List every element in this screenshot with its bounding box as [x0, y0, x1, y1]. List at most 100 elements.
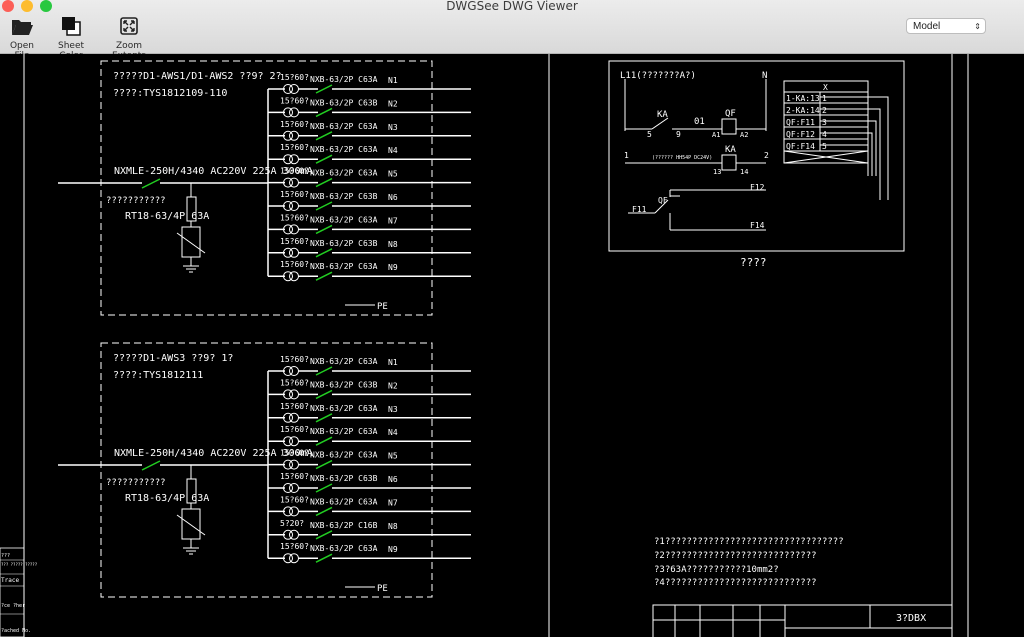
ct-coil-right — [289, 224, 299, 235]
ct-coil-right — [289, 107, 299, 118]
ctrl-f11: F11 — [632, 205, 647, 214]
folder-icon — [12, 20, 33, 35]
circuit-rating: 15?60? — [280, 378, 309, 387]
circuit-id: N5 — [388, 452, 398, 461]
terminal-label: 1-KA:13 — [786, 94, 820, 103]
ct-coil-right — [289, 271, 299, 282]
circuit-id: N9 — [388, 263, 398, 272]
terminal-head: X — [823, 83, 828, 92]
terminal-number: 3 — [822, 118, 827, 127]
ctrl-2: 2 — [764, 151, 769, 160]
ct-coil-right — [289, 436, 299, 447]
ct-coil-right — [289, 130, 299, 141]
ctrl-9: 9 — [676, 130, 681, 139]
spd-model: RT18-63/4P 63A — [125, 493, 209, 504]
circuit-id: N4 — [388, 428, 398, 437]
panel-model: ????:TYS1812111 — [113, 370, 203, 381]
circuit-id: N7 — [388, 498, 398, 507]
branch-breaker-contact — [315, 413, 333, 423]
circuit-breaker-label: NXB-63/2P C63A — [310, 122, 378, 131]
notes: ?1????????????????????????????????? ?2??… — [654, 537, 844, 588]
circuit-id: N2 — [388, 381, 398, 390]
terminal-number: 5 — [822, 142, 827, 151]
panel-title: ?????D1-AWS3 ??9? 1? — [113, 353, 233, 364]
terminal-number: 4 — [822, 130, 827, 139]
circuit-id: N6 — [388, 475, 398, 484]
ctrl-f12: F12 — [750, 183, 765, 192]
circuit-rating: 15?60? — [280, 260, 309, 269]
spd-arrester-diagonal — [176, 232, 206, 254]
ctrl-13: 13 — [713, 168, 721, 176]
ctrl-n: N — [762, 71, 767, 81]
ct-coil-right — [289, 177, 299, 188]
branch-breaker-contact — [315, 483, 333, 493]
panel-model: ????:TYS1812109-110 — [113, 88, 227, 99]
ct-coil-right — [289, 154, 299, 165]
circuit-breaker-label: NXB-63/2P C63B — [310, 380, 378, 389]
ct-coil-right — [289, 459, 299, 470]
note-1: ?1????????????????????????????????? — [654, 537, 844, 547]
circuit-id: N5 — [388, 170, 398, 179]
circuit-rating: 15?60? — [280, 472, 309, 481]
terminal-label: QF:F11 — [786, 118, 815, 127]
terminal-number: 1 — [822, 94, 827, 103]
branch-breaker-contact — [315, 271, 333, 281]
ct-coil-right — [289, 366, 299, 376]
drawing-svg: ??? ??? ????? ????? Trace ?ce ?her ?ache… — [0, 54, 969, 637]
ctrl-ka-1: KA — [657, 110, 668, 120]
main-breaker-contact — [141, 460, 161, 471]
circuit-breaker-label: NXB-63/2P C63B — [310, 239, 378, 248]
branch-breaker-contact — [315, 506, 333, 517]
branch-breaker-contact — [315, 154, 333, 164]
branch-breaker-contact — [315, 224, 333, 235]
pe-label: PE — [377, 302, 388, 312]
ct-coil-right — [289, 529, 299, 540]
distribution-panel-2: ?????D1-AWS3 ??9? 1?????:TYS1812111NXMLE… — [58, 342, 471, 598]
branch-breaker-contact — [315, 436, 333, 446]
ct-coil-right — [289, 201, 299, 211]
ctrl-qf: QF — [725, 109, 736, 119]
circuit-id: N1 — [388, 358, 398, 367]
note-2: ?2???????????????????????????? — [654, 551, 817, 561]
circuit-breaker-label: NXB-63/2P C63A — [310, 169, 378, 178]
panel-title: ?????D1-AWS1/D1-AWS2 ??9? 2? — [113, 71, 282, 82]
branch-breaker-contact — [315, 459, 333, 470]
circuit-id: N3 — [388, 123, 398, 132]
circuit-breaker-label: NXB-63/2P C63A — [310, 75, 378, 84]
distribution-panel-1: ?????D1-AWS1/D1-AWS2 ??9? 2? ????:TYS1812… — [58, 60, 471, 316]
ct-coil-right — [289, 412, 299, 423]
circuit-breaker-label: NXB-63/2P C63A — [310, 262, 378, 271]
circuit-breaker-label: NXB-63/2P C63A — [310, 357, 378, 366]
ctrl-1: 1 — [624, 151, 629, 160]
left-title-strip: ??? ??? ????? ????? Trace ?ce ?her ?ache… — [0, 547, 38, 637]
branch-breaker-contact — [315, 553, 333, 563]
circuit-id: N9 — [388, 545, 398, 554]
strip-text-3: Trace — [1, 577, 19, 584]
model-select-value: Model — [913, 21, 941, 32]
strip-text-5: ?ached No. — [1, 628, 31, 634]
ctrl-5: 5 — [647, 130, 652, 139]
circuit-id: N8 — [388, 240, 398, 249]
spd-note: ??????????? — [106, 196, 166, 206]
branch-breaker-contact — [315, 530, 333, 540]
ct-coil-right — [289, 553, 299, 564]
circuit-rating: 15?60? — [280, 425, 309, 434]
circuit-rating: 5?20? — [280, 519, 304, 528]
circuit-rating: 15?60? — [280, 542, 309, 551]
ctrl-qf-2: QF — [658, 196, 668, 205]
circuit-id: N1 — [388, 76, 398, 85]
branch-breaker-contact — [315, 131, 333, 141]
circuit-rating: 15?60? — [280, 120, 309, 129]
strip-text-4: ?ce ?her — [1, 603, 25, 609]
model-space-select[interactable]: Model ⇕ — [906, 18, 986, 34]
ct-coil-right — [289, 506, 299, 517]
circuit-breaker-label: NXB-63/2P C63A — [310, 404, 378, 413]
spd-model: RT18-63/4P 63A — [125, 211, 209, 222]
strip-text-1: ??? — [1, 553, 10, 559]
circuit-breaker-label: NXB-63/2P C63B — [310, 192, 378, 201]
drawing-canvas[interactable]: ??? ??? ????? ????? Trace ?ce ?her ?ache… — [0, 54, 1024, 637]
branch-breaker-contact — [315, 389, 333, 400]
ctrl-l11: L11(???????A?) — [620, 71, 696, 81]
circuit-id: N4 — [388, 146, 398, 155]
note-3: ?3?63A???????????10mm2? — [654, 565, 779, 575]
